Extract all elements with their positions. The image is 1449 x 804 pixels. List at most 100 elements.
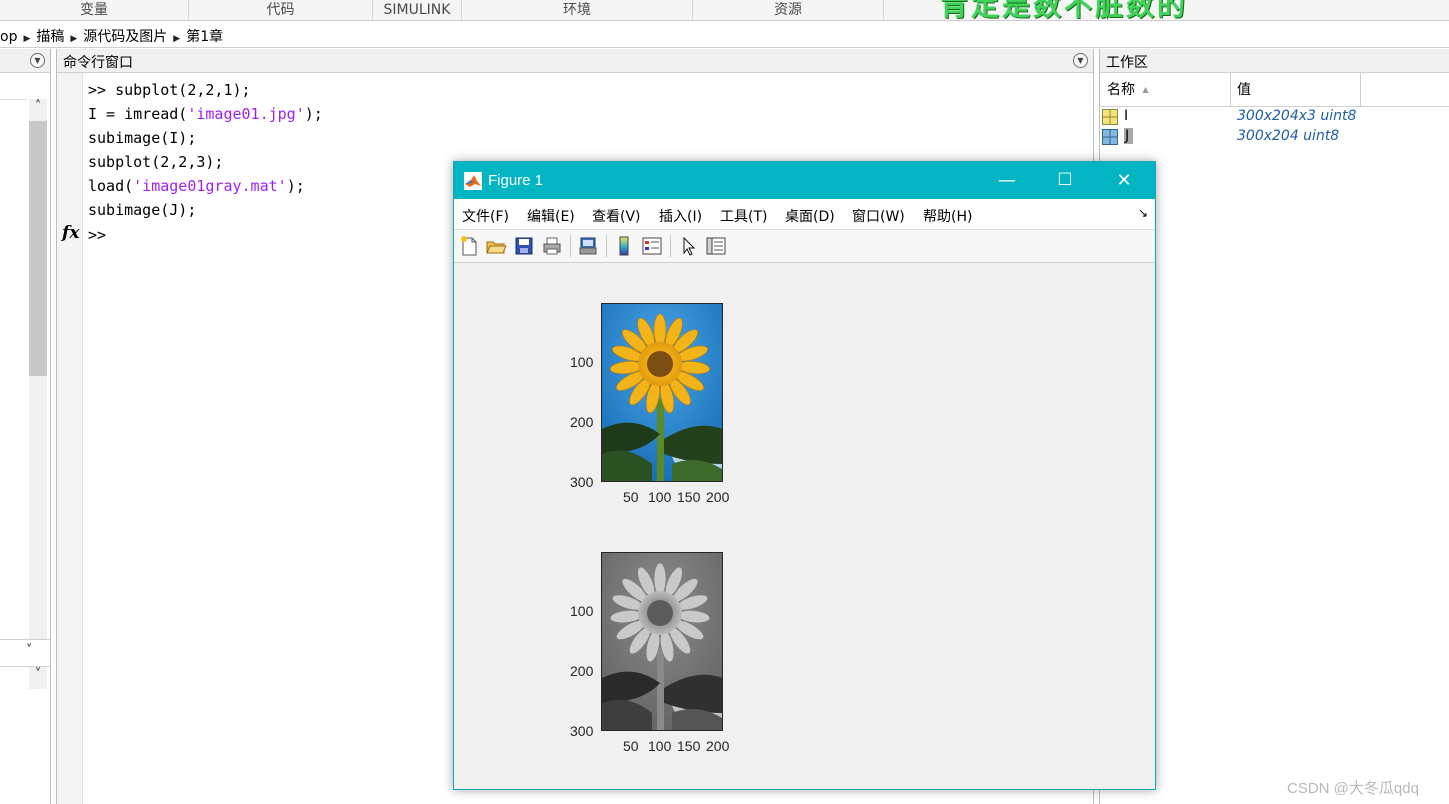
menu-help[interactable]: 帮助(H) bbox=[923, 206, 972, 226]
y-tick-label: 300 bbox=[570, 474, 594, 490]
command-window-title: 命令行窗口 bbox=[63, 55, 133, 71]
code-text: subimage(J); bbox=[88, 201, 197, 219]
x-tick-label: 50 bbox=[623, 738, 639, 754]
pointer-icon[interactable] bbox=[677, 235, 699, 257]
command-gutter: fx bbox=[57, 73, 83, 804]
toolstrip-tabbar: 变量 代码 SIMULINK 环境 资源 bbox=[0, 0, 1449, 21]
x-tick-label: 50 bbox=[623, 489, 639, 505]
tab-environment[interactable]: 环境 bbox=[462, 0, 693, 20]
chevron-down-icon[interactable]: ˅ bbox=[29, 667, 47, 687]
figure-toolbar bbox=[454, 230, 1155, 263]
chevron-right-icon: ▶ bbox=[23, 34, 31, 44]
workspace-row[interactable]: J 300x204 uint8 bbox=[1102, 128, 1447, 148]
x-tick-label: 100 bbox=[648, 489, 672, 505]
new-figure-icon[interactable] bbox=[458, 235, 480, 257]
code-text: >> subplot(2,2,1); bbox=[88, 81, 251, 99]
variable-name: I bbox=[1124, 108, 1129, 124]
overlay-banner-text: 肯定是数不脏数的 bbox=[940, 0, 1189, 22]
workspace-row[interactable]: I 300x204x3 uint8 bbox=[1102, 108, 1447, 128]
property-inspector-icon[interactable] bbox=[705, 235, 727, 257]
figure-title: Figure 1 bbox=[488, 172, 544, 189]
chevron-up-icon[interactable]: ˄ bbox=[29, 99, 47, 119]
figure-window[interactable]: Figure 1 — ☐ ✕ 文件(F) 编辑(E) 查看(V) 插入(I) 工… bbox=[453, 161, 1156, 790]
panel-menu-icon[interactable]: ▼ bbox=[30, 53, 45, 68]
chevron-right-icon: ▶ bbox=[70, 34, 78, 44]
variable-value: 300x204x3 uint8 bbox=[1237, 108, 1357, 124]
code-text: subimage(I); bbox=[88, 129, 197, 147]
minimize-button[interactable]: — bbox=[978, 162, 1036, 199]
print-icon[interactable] bbox=[541, 235, 563, 257]
panel-header: ▼ bbox=[0, 49, 50, 73]
command-window-header: 命令行窗口 ▼ bbox=[57, 49, 1093, 73]
command-line: subimage(J); bbox=[88, 201, 196, 219]
column-value-header[interactable]: 值 bbox=[1231, 73, 1361, 106]
command-prompt[interactable]: >> bbox=[88, 226, 106, 244]
tab-simulink[interactable]: SIMULINK bbox=[373, 0, 462, 20]
axes-gray-image[interactable] bbox=[601, 552, 723, 731]
breadcrumb-item[interactable]: op bbox=[0, 29, 17, 45]
breadcrumb-item[interactable]: 描稿 bbox=[36, 29, 64, 45]
current-folder-panel: ▼ ˄ ˅ ˅ bbox=[0, 49, 51, 804]
toolbar-separator bbox=[606, 235, 607, 257]
code-text: ); bbox=[286, 177, 305, 195]
tab-variable[interactable]: 变量 bbox=[0, 0, 189, 20]
menu-insert[interactable]: 插入(I) bbox=[659, 206, 702, 226]
toolbar-separator bbox=[570, 235, 571, 257]
menu-desktop[interactable]: 桌面(D) bbox=[785, 206, 835, 226]
y-tick-label: 100 bbox=[570, 354, 594, 370]
details-panel-toggle[interactable]: ˅ bbox=[0, 639, 50, 667]
maximize-button[interactable]: ☐ bbox=[1036, 162, 1094, 199]
panel-menu-icon[interactable]: ▼ bbox=[1073, 53, 1088, 68]
sunflower-gray-image bbox=[602, 553, 722, 730]
sort-ascending-icon: ▲ bbox=[1142, 85, 1149, 94]
x-tick-label: 100 bbox=[648, 738, 672, 754]
axes-color-image[interactable] bbox=[601, 303, 723, 482]
x-tick-label: 200 bbox=[706, 738, 730, 754]
menu-window[interactable]: 窗口(W) bbox=[852, 206, 905, 226]
address-bar: op ▶ 描稿 ▶ 源代码及图片 ▶ 第1章 bbox=[0, 22, 1449, 48]
panel-row bbox=[0, 73, 27, 100]
string-literal: 'image01.jpg' bbox=[187, 105, 305, 123]
y-tick-label: 300 bbox=[570, 723, 594, 739]
breadcrumb-item[interactable]: 源代码及图片 bbox=[83, 29, 167, 45]
command-line: I = imread('image01.jpg'); bbox=[88, 105, 323, 123]
matlab-logo-icon bbox=[464, 172, 482, 190]
variable-name: J bbox=[1124, 128, 1134, 144]
menu-tools[interactable]: 工具(T) bbox=[720, 206, 767, 226]
sunflower-color-image bbox=[602, 304, 722, 481]
function-browser-icon[interactable]: fx bbox=[62, 223, 79, 243]
scrollbar-thumb[interactable] bbox=[29, 121, 47, 376]
print-preview-icon[interactable] bbox=[577, 235, 599, 257]
colorbar-icon[interactable] bbox=[613, 235, 635, 257]
variable-value: 300x204 uint8 bbox=[1237, 128, 1340, 144]
menu-file[interactable]: 文件(F) bbox=[462, 206, 509, 226]
tab-code[interactable]: 代码 bbox=[189, 0, 373, 20]
menu-view[interactable]: 查看(V) bbox=[592, 206, 641, 226]
x-tick-label: 200 bbox=[706, 489, 730, 505]
matrix-variable-icon bbox=[1102, 109, 1118, 125]
command-line: subplot(2,2,3); bbox=[88, 153, 223, 171]
x-tick-label: 150 bbox=[677, 489, 701, 505]
breadcrumb-item[interactable]: 第1章 bbox=[186, 29, 223, 45]
matrix-variable-icon bbox=[1102, 129, 1118, 145]
workspace-title: 工作区 bbox=[1106, 55, 1148, 71]
string-literal: 'image01gray.mat' bbox=[133, 177, 287, 195]
column-name-label: 名称 bbox=[1107, 82, 1135, 98]
workspace-column-header: 名称 ▲ 值 bbox=[1101, 73, 1449, 107]
figure-menubar: 文件(F) 编辑(E) 查看(V) 插入(I) 工具(T) 桌面(D) 窗口(W… bbox=[454, 199, 1155, 230]
chevron-down-icon: ˅ bbox=[26, 643, 33, 658]
dock-arrow-icon[interactable]: ↘ bbox=[1138, 206, 1148, 220]
column-name-header[interactable]: 名称 ▲ bbox=[1101, 73, 1231, 106]
column-value-label: 值 bbox=[1237, 82, 1251, 98]
figure-titlebar[interactable]: Figure 1 — ☐ ✕ bbox=[454, 162, 1155, 199]
close-button[interactable]: ✕ bbox=[1095, 162, 1153, 199]
y-tick-label: 100 bbox=[570, 603, 594, 619]
save-icon[interactable] bbox=[513, 235, 535, 257]
tab-resources[interactable]: 资源 bbox=[693, 0, 884, 20]
legend-icon[interactable] bbox=[641, 235, 663, 257]
vertical-scrollbar[interactable]: ˄ ˅ bbox=[29, 99, 47, 689]
menu-edit[interactable]: 编辑(E) bbox=[527, 206, 575, 226]
watermark: CSDN @大冬瓜qdq bbox=[1287, 780, 1419, 797]
figure-canvas[interactable]: 100 200 300 50 100 150 200 100 200 300 5… bbox=[454, 263, 1155, 789]
open-file-icon[interactable] bbox=[485, 235, 507, 257]
